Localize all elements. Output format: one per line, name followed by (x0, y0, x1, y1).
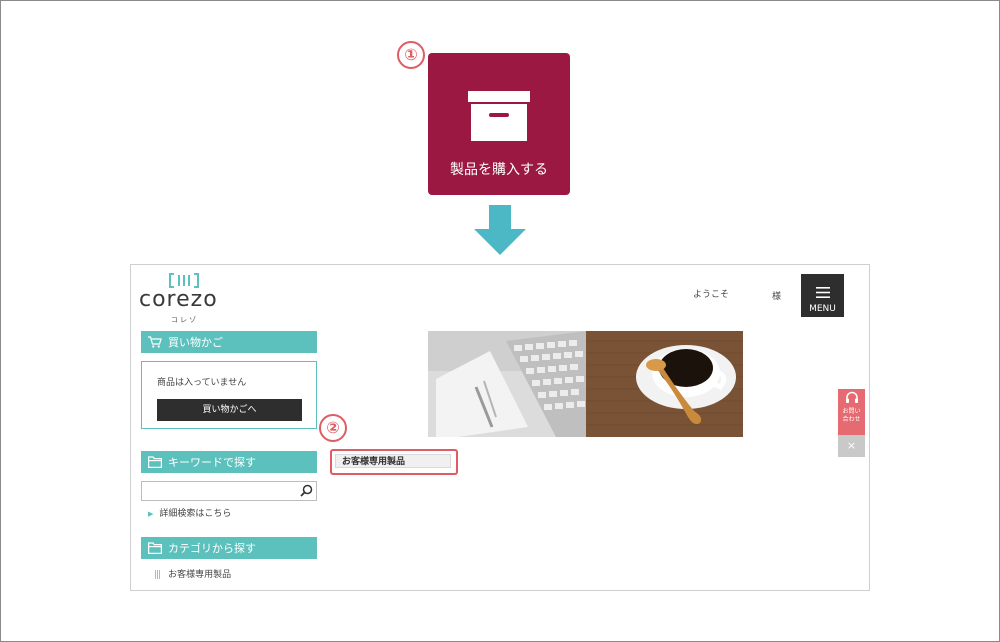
triangle-right-icon: ▶ (148, 510, 154, 518)
contact-tab[interactable]: お問い 合わせ (838, 389, 865, 435)
category-item-label: お客様専用製品 (168, 570, 232, 580)
logo-kana: コレゾ (171, 316, 198, 324)
go-to-cart-button[interactable]: 買い物かごへ (157, 399, 302, 421)
storage-box-icon (468, 91, 530, 145)
keyword-heading-label: キーワードで探す (168, 456, 256, 469)
advanced-search-label: 詳細検索はこちら (159, 509, 232, 519)
purchase-products-button[interactable]: 製品を購入する (428, 53, 570, 195)
menu-label: MENU (809, 304, 836, 314)
corezo-logo[interactable]: corezo コレゾ (139, 273, 229, 324)
keyword-search-heading: キーワードで探す (141, 451, 317, 473)
hero-banner-image (428, 331, 743, 437)
customer-products-button[interactable]: お客様専用製品 (330, 449, 458, 475)
step-marker-2: ② (319, 414, 347, 442)
cart-box: 商品は入っていません 買い物かごへ (141, 361, 317, 429)
category-item-customer-products[interactable]: ||| お客様専用製品 (154, 567, 231, 580)
site-window: corezo コレゾ ようこそ 様 MENU 買い物かご 商品は入っていません … (130, 264, 870, 591)
down-arrow-icon (474, 205, 526, 259)
category-bars-icon: ||| (154, 570, 161, 580)
logo-mark-icon (169, 273, 199, 288)
advanced-search-link[interactable]: ▶ 詳細検索はこちら (148, 506, 231, 519)
category-heading-label: カテゴリから探す (168, 542, 256, 555)
step-marker-1: ① (397, 41, 425, 69)
search-icon[interactable] (300, 484, 313, 497)
logo-wordmark: corezo (139, 287, 218, 312)
keyword-search-field (141, 481, 317, 502)
purchase-products-label: 製品を購入する (450, 162, 548, 178)
menu-button[interactable]: MENU (801, 274, 844, 317)
close-contact-tab-button[interactable]: × (838, 435, 865, 457)
hamburger-icon (801, 283, 844, 302)
folder-icon (148, 542, 162, 554)
welcome-text: ようこそ (693, 290, 730, 300)
cart-heading[interactable]: 買い物かご (141, 331, 317, 353)
folder-icon (148, 456, 162, 468)
honorific-text: 様 (772, 292, 782, 302)
category-search-heading: カテゴリから探す (141, 537, 317, 559)
cart-icon (148, 336, 162, 348)
contact-label-line1: お問い (842, 408, 861, 415)
keyword-search-input[interactable] (142, 486, 300, 502)
cart-heading-label: 買い物かご (168, 336, 223, 349)
headset-icon (838, 391, 865, 408)
cart-empty-message: 商品は入っていません (157, 378, 247, 388)
customer-products-label: お客様専用製品 (335, 454, 451, 468)
contact-label-line2: 合わせ (842, 416, 861, 423)
